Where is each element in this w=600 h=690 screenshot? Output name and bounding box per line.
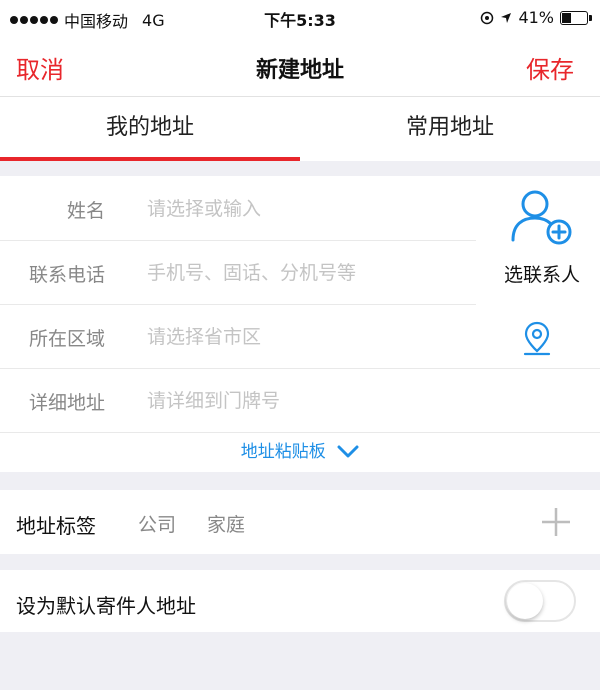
battery-fill [562, 12, 571, 23]
tab-my-address-label: 我的地址 [105, 115, 194, 140]
active-tab-indicator [0, 157, 300, 161]
add-contact-icon [511, 190, 572, 245]
chevron-down-icon [337, 445, 359, 458]
address-tabs: 我的地址 常用地址 [0, 97, 600, 161]
address-tags-label: 地址标签 [16, 514, 96, 538]
address-clipboard-toggle[interactable]: 地址粘贴板 [0, 432, 600, 472]
default-sender-toggle[interactable] [504, 580, 576, 622]
orientation-lock-icon [481, 11, 494, 24]
page-title: 新建地址 [255, 58, 344, 83]
name-input[interactable] [145, 190, 459, 228]
location-pin-icon[interactable] [522, 320, 552, 356]
phone-row: 联系电话 [0, 240, 476, 305]
detail-row: 详细地址 [0, 368, 600, 433]
location-arrow-icon [501, 12, 512, 23]
default-sender-label: 设为默认寄件人地址 [16, 594, 196, 618]
detail-label: 详细地址 [28, 392, 105, 414]
name-label: 姓名 [66, 200, 105, 222]
address-clipboard-label: 地址粘贴板 [240, 442, 326, 462]
default-sender-section: 设为默认寄件人地址 [0, 570, 600, 632]
select-contact-label: 选联系人 [503, 264, 580, 286]
address-form: 姓名 联系电话 选联系人 所在区域 详细地址 地址粘贴板 [0, 176, 600, 472]
region-row: 所在区域 [0, 304, 600, 369]
battery-icon [560, 10, 592, 25]
save-button[interactable]: 保存 [526, 50, 574, 85]
tab-my-address[interactable]: 我的地址 [0, 97, 300, 161]
tag-company[interactable]: 公司 [138, 510, 176, 537]
tab-common-address[interactable]: 常用地址 [300, 97, 600, 161]
add-tag-icon[interactable] [540, 506, 572, 538]
region-input[interactable] [145, 318, 459, 356]
detail-input[interactable] [145, 382, 459, 420]
tag-home[interactable]: 家庭 [207, 510, 245, 537]
name-row: 姓名 [0, 176, 476, 241]
select-contact-button[interactable]: 选联系人 [484, 184, 600, 302]
region-label: 所在区域 [28, 328, 105, 350]
address-tags-section: 地址标签 公司 家庭 [0, 490, 600, 554]
status-right: 41% [480, 8, 592, 27]
nav-bar: 取消 新建地址 保存 [0, 34, 600, 97]
phone-label: 联系电话 [28, 264, 105, 286]
tab-common-address-label: 常用地址 [405, 115, 494, 140]
battery-percent: 41% [518, 8, 554, 27]
status-bar: 中国移动 4G 下午5:33 41% [0, 0, 600, 34]
phone-input[interactable] [145, 254, 459, 292]
toggle-knob [507, 583, 543, 619]
